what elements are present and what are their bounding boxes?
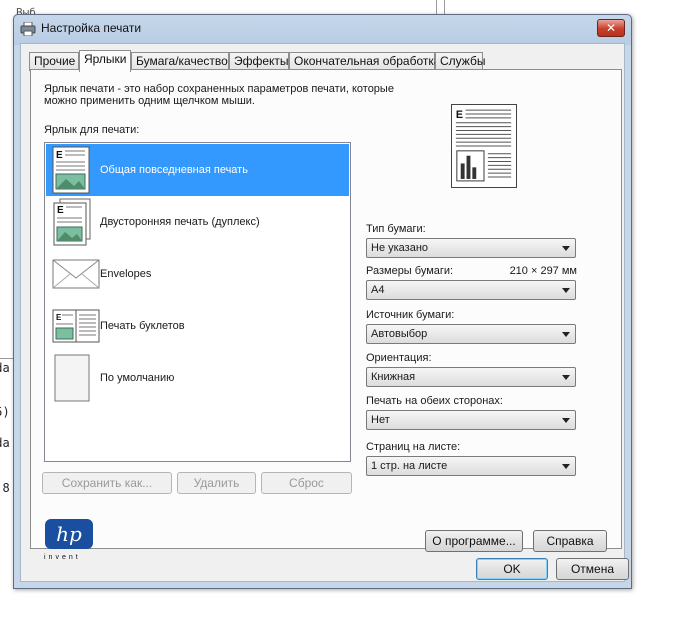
orientation-value: Книжная	[371, 371, 416, 383]
paper-size-label: Размеры бумаги:	[366, 265, 454, 277]
duplex-document-icon: E	[53, 198, 91, 246]
orientation-label: Ориентация:	[366, 352, 432, 364]
pages-per-sheet-select[interactable]: 1 стр. на листе	[366, 456, 576, 476]
duplex-select[interactable]: Нет	[366, 410, 576, 430]
shortcut-list[interactable]: E Общая повседневная печать E Двусторонн…	[44, 142, 351, 462]
window-title: Настройка печати	[41, 21, 142, 35]
background-text: yda	[0, 436, 10, 450]
description-line: Ярлык печати - это набор сохраненных пар…	[44, 83, 394, 95]
dialog-client-area: Прочие Ярлыки Бумага/качество Эффекты Ок…	[20, 43, 629, 582]
hp-logo-text: hp	[56, 522, 82, 546]
preview-letter: E	[456, 109, 463, 121]
hp-logo: hp invent	[44, 518, 100, 562]
cancel-button[interactable]: Отмена	[556, 558, 629, 580]
title-bar[interactable]: Настройка печати ✕	[14, 15, 631, 43]
envelope-icon	[52, 259, 100, 289]
list-item-label: Общая повседневная печать	[100, 164, 248, 176]
chevron-down-icon	[562, 246, 570, 251]
close-button[interactable]: ✕	[597, 19, 625, 37]
page-preview: E	[451, 104, 517, 188]
help-button[interactable]: Справка	[533, 530, 607, 552]
background-window-edge	[436, 0, 437, 14]
list-item-label: Envelopes	[100, 268, 152, 280]
background-text: yda	[0, 361, 10, 375]
paper-size-select[interactable]: A4	[366, 280, 576, 300]
paper-source-value: Автовыбор	[371, 328, 428, 340]
reset-button[interactable]: Сброс	[261, 472, 352, 494]
background-window-edge	[444, 0, 445, 14]
background-text: +5)	[0, 405, 10, 419]
svg-text:E: E	[56, 313, 62, 322]
shortcuts-panel: Ярлык печати - это набор сохраненных пар…	[30, 69, 622, 561]
description-line: можно применить одним щелчком мыши.	[44, 95, 255, 107]
list-item-duplex[interactable]: E Двусторонняя печать (дуплекс)	[46, 196, 349, 248]
document-page-icon: E	[52, 146, 90, 194]
ok-button[interactable]: OK	[476, 558, 548, 580]
about-button[interactable]: О программе...	[425, 530, 523, 552]
list-item-everyday-printing[interactable]: E Общая повседневная печать	[46, 144, 349, 196]
svg-text:E: E	[56, 150, 63, 161]
paper-size-dimensions: 210 × 297 мм	[509, 265, 577, 277]
list-item-label: По умолчанию	[100, 372, 175, 384]
hp-tagline: invent	[44, 554, 81, 561]
print-settings-dialog: Настройка печати ✕ Прочие Ярлыки Бумага/…	[13, 14, 632, 589]
booklet-icon: E	[52, 309, 100, 343]
shortcut-list-label: Ярлык для печати:	[44, 124, 140, 136]
duplex-label: Печать на обеих сторонах:	[366, 395, 503, 407]
paper-type-select[interactable]: Не указано	[366, 238, 576, 258]
background-text: 2)8	[0, 481, 10, 495]
list-item-label: Печать буклетов	[100, 320, 185, 332]
chevron-down-icon	[562, 464, 570, 469]
background-window-edge	[0, 358, 13, 359]
chevron-down-icon	[562, 332, 570, 337]
chevron-down-icon	[562, 375, 570, 380]
svg-text:E: E	[57, 205, 64, 216]
list-item-defaults[interactable]: По умолчанию	[46, 352, 349, 404]
paper-source-label: Источник бумаги:	[366, 309, 455, 321]
list-item-label: Двусторонняя печать (дуплекс)	[100, 216, 260, 228]
duplex-value: Нет	[371, 414, 390, 426]
orientation-select[interactable]: Книжная	[366, 367, 576, 387]
blank-page-icon	[54, 354, 90, 402]
paper-source-select[interactable]: Автовыбор	[366, 324, 576, 344]
hp-logo-mark: hp	[45, 519, 93, 549]
pages-per-sheet-label: Страниц на листе:	[366, 441, 461, 453]
shortcut-description: Ярлык печати - это набор сохраненных пар…	[44, 83, 424, 107]
chevron-down-icon	[562, 288, 570, 293]
list-item-booklets[interactable]: E Печать буклетов	[46, 300, 349, 352]
paper-size-value: A4	[371, 284, 385, 296]
save-as-button[interactable]: Сохранить как...	[42, 472, 172, 494]
chevron-down-icon	[562, 418, 570, 423]
paper-type-value: Не указано	[371, 242, 429, 254]
tab-shortcuts[interactable]: Ярлыки	[79, 50, 131, 72]
printer-icon	[20, 22, 36, 36]
pages-per-sheet-value: 1 стр. на листе	[371, 460, 448, 472]
paper-type-label: Тип бумаги:	[366, 223, 426, 235]
delete-button[interactable]: Удалить	[177, 472, 256, 494]
list-item-envelopes[interactable]: Envelopes	[46, 248, 349, 300]
